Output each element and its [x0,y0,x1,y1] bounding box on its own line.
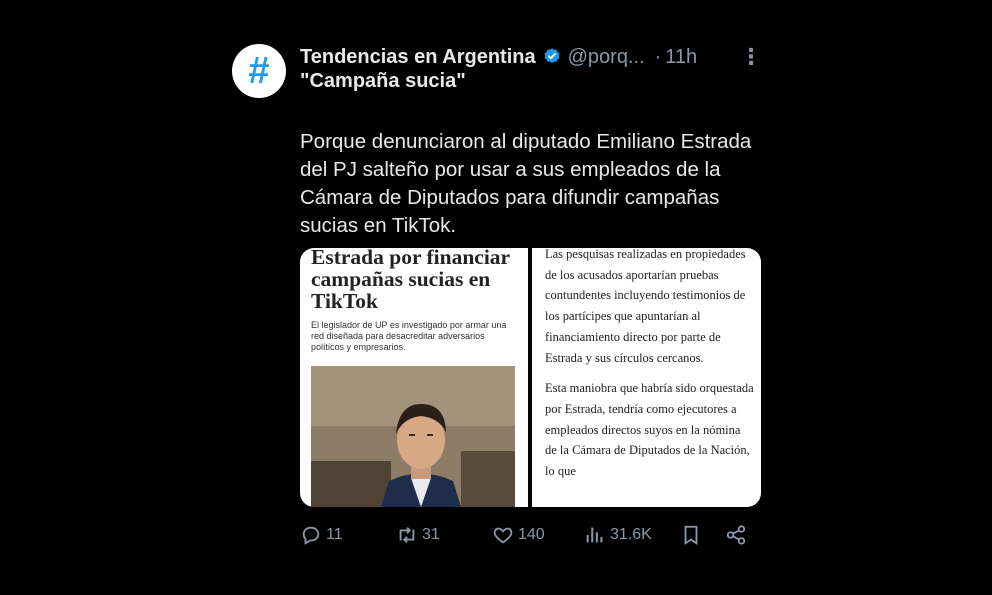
share-button[interactable] [725,520,747,550]
reply-count: 11 [326,526,343,543]
view-count: 31.6K [610,526,652,543]
more-options-icon[interactable]: ⋮ [740,44,762,70]
share-icon [726,525,746,545]
retweet-button[interactable]: 31 [396,520,440,550]
retweet-count: 31 [422,526,440,543]
article-paragraph: Las pesquisas realizadas en propiedades … [545,248,746,365]
tweet-media[interactable]: Estrada por financiar campañas sucias en… [300,248,761,507]
like-button[interactable]: 140 [492,520,545,550]
newspaper-clipping: Estrada por financiar campañas sucias en… [300,248,528,507]
bookmark-button[interactable] [680,520,702,550]
views-button[interactable]: 31.6K [584,520,652,550]
article-paragraph: Esta maniobra que habría sido orquestada… [545,381,754,479]
author-handle[interactable]: @porq... [568,46,645,69]
avatar[interactable]: # [232,44,286,98]
bookmark-icon [684,525,698,545]
timestamp[interactable]: 11h [665,46,697,69]
trend-topic: "Campaña sucia" [300,70,466,92]
like-count: 140 [518,526,545,543]
reply-icon [302,526,320,545]
tweet-actions: 11 31 140 31.6K [300,520,760,550]
hashtag-icon: # [248,50,270,92]
views-icon [586,527,603,543]
article-subhead: El legislador de UP es investigado por a… [311,320,507,352]
tweet-header: Tendencias en Argentina @porq... · 11h [300,44,770,70]
article-text-panel: Las pesquisas realizadas en propiedades … [532,248,761,507]
heart-icon [493,527,513,544]
article-photo [311,366,515,507]
separator-dot: · [654,45,662,68]
retweet-icon [399,527,415,543]
author-name[interactable]: Tendencias en Argentina [300,46,536,69]
verified-badge-icon [544,48,560,64]
article-headline: Estrada por financiar campañas sucias en… [311,248,510,313]
reply-button[interactable]: 11 [300,520,343,550]
tweet-text: Porque denunciaron al diputado Emiliano … [300,130,752,237]
